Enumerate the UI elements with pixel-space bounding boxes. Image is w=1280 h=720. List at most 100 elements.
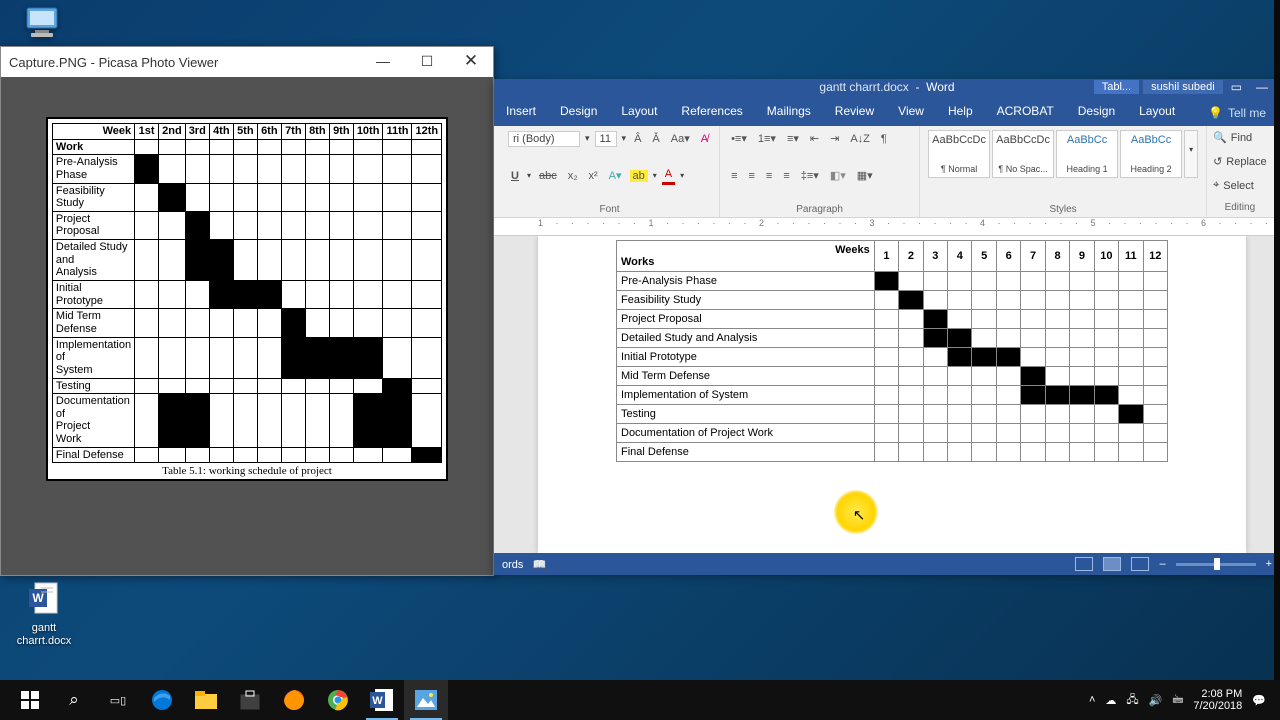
- gantt-table-word[interactable]: WeeksWorks123456789101112Pre-Analysis Ph…: [616, 240, 1168, 462]
- styles-more[interactable]: ▾: [1184, 130, 1198, 178]
- network-icon[interactable]: 🖧: [1126, 691, 1138, 710]
- table-row[interactable]: Detailed Study and Analysis: [617, 329, 1168, 348]
- tray-chevron-icon[interactable]: ˄: [1089, 694, 1095, 706]
- clear-format-icon[interactable]: A̸: [698, 131, 711, 147]
- notifications-icon[interactable]: 💬: [1252, 694, 1266, 707]
- replace-icon: ↺: [1213, 155, 1222, 168]
- show-marks-icon[interactable]: ¶: [878, 131, 890, 147]
- print-layout-icon[interactable]: [1103, 557, 1121, 571]
- borders-icon[interactable]: ▦▾: [854, 167, 876, 184]
- zoom-out-icon[interactable]: –: [1159, 558, 1165, 570]
- ruler[interactable]: 1 · · · · · · 1 · · · · · · 2 · · · · · …: [494, 218, 1280, 236]
- underline-icon[interactable]: U: [508, 168, 522, 184]
- maximize-button[interactable]: ☐: [405, 47, 449, 75]
- style-2[interactable]: AaBbCcHeading 1: [1056, 130, 1118, 178]
- multilevel-icon[interactable]: ≡▾: [784, 130, 802, 147]
- highlight-icon[interactable]: ab: [630, 170, 648, 182]
- tab-insert[interactable]: Insert: [494, 99, 548, 126]
- desktop-icon-word-doc[interactable]: W gantt charrt.docx: [6, 576, 82, 647]
- find-button[interactable]: 🔍Find: [1213, 130, 1267, 145]
- search-button[interactable]: ⌕: [52, 680, 96, 720]
- select-button[interactable]: ⌖Select: [1213, 178, 1267, 193]
- style-1[interactable]: AaBbCcDc¶ No Spac...: [992, 130, 1054, 178]
- superscript-icon[interactable]: x²: [586, 168, 601, 184]
- zoom-in-icon[interactable]: +: [1266, 558, 1272, 570]
- picasa-caption: Table 5.1: working schedule of project: [52, 463, 442, 477]
- tab-acrobat[interactable]: ACROBAT: [985, 99, 1066, 126]
- strike-icon[interactable]: abc: [536, 168, 560, 184]
- zoom-slider[interactable]: [1176, 563, 1256, 566]
- edge-button[interactable]: [140, 680, 184, 720]
- document-area[interactable]: WeeksWorks123456789101112Pre-Analysis Ph…: [494, 236, 1280, 553]
- tab-view[interactable]: View: [886, 99, 936, 126]
- word-taskbar-button[interactable]: W: [360, 680, 404, 720]
- text-effects-icon[interactable]: A▾: [606, 167, 625, 184]
- sort-icon[interactable]: A↓Z: [847, 131, 873, 147]
- tab-help[interactable]: Help: [936, 99, 985, 126]
- table-row[interactable]: Testing: [617, 405, 1168, 424]
- volume-icon[interactable]: 🔊: [1149, 694, 1163, 707]
- style-3[interactable]: AaBbCcHeading 2: [1120, 130, 1182, 178]
- line-spacing-icon[interactable]: ‡≡▾: [798, 167, 822, 184]
- status-words[interactable]: ords: [502, 559, 523, 571]
- tool-tab-layout[interactable]: Layout: [1127, 99, 1187, 126]
- table-row[interactable]: Feasibility Study: [617, 291, 1168, 310]
- tab-review[interactable]: Review: [823, 99, 886, 126]
- table-row[interactable]: Implementation of System: [617, 386, 1168, 405]
- picasa-taskbar-button[interactable]: [404, 680, 448, 720]
- tab-layout[interactable]: Layout: [609, 99, 669, 126]
- task-view-button[interactable]: ▭▯: [96, 680, 140, 720]
- explorer-button[interactable]: [184, 680, 228, 720]
- style-0[interactable]: AaBbCcDc¶ Normal: [928, 130, 990, 178]
- tool-tab-design[interactable]: Design: [1066, 99, 1127, 126]
- justify-icon[interactable]: ≡: [780, 168, 792, 184]
- start-button[interactable]: [8, 680, 52, 720]
- font-size-box[interactable]: 11: [595, 131, 617, 147]
- table-row[interactable]: Pre-Analysis Phase: [617, 272, 1168, 291]
- editing-group: 🔍Find ↺Replace ⌖Select Editing: [1207, 126, 1273, 217]
- chrome-button[interactable]: [316, 680, 360, 720]
- tab-mailings[interactable]: Mailings: [755, 99, 823, 126]
- web-layout-icon[interactable]: [1131, 557, 1149, 571]
- desktop-icon-this-pc[interactable]: [6, 2, 82, 46]
- change-case-icon[interactable]: Aa▾: [668, 130, 693, 147]
- read-mode-icon[interactable]: [1075, 557, 1093, 571]
- word-titlebar[interactable]: gantt charrt.docx - Word Tabl... sushil …: [494, 79, 1280, 99]
- picasa-titlebar[interactable]: Capture.PNG - Picasa Photo Viewer — ☐ ✕: [1, 47, 493, 77]
- bullets-icon[interactable]: •≡▾: [728, 130, 750, 147]
- align-left-icon[interactable]: ≡: [728, 168, 740, 184]
- align-right-icon[interactable]: ≡: [763, 168, 775, 184]
- font-name-box[interactable]: ri (Body): [508, 131, 580, 147]
- spellcheck-icon[interactable]: 📖: [533, 559, 547, 571]
- shading-icon[interactable]: ◧▾: [827, 167, 849, 184]
- minimize-button[interactable]: —: [361, 47, 405, 75]
- firefox-button[interactable]: [272, 680, 316, 720]
- table-row[interactable]: Documentation of Project Work: [617, 424, 1168, 443]
- desktop-icon-label: gantt charrt.docx: [17, 622, 71, 647]
- numbering-icon[interactable]: 1≡▾: [755, 130, 779, 147]
- table-row[interactable]: Final Defense: [617, 443, 1168, 462]
- onedrive-icon[interactable]: ☁: [1105, 694, 1116, 707]
- increase-font-icon[interactable]: Â: [631, 131, 644, 147]
- ime-icon[interactable]: 🖮: [1172, 691, 1183, 710]
- table-row[interactable]: Mid Term Defense: [617, 367, 1168, 386]
- table-row[interactable]: Project Proposal: [617, 310, 1168, 329]
- font-color-icon[interactable]: A: [662, 166, 675, 185]
- subscript-icon[interactable]: x₂: [565, 168, 581, 184]
- decrease-indent-icon[interactable]: ⇤: [807, 130, 822, 147]
- picasa-title-text: Capture.PNG - Picasa Photo Viewer: [9, 55, 218, 70]
- tab-design[interactable]: Design: [548, 99, 609, 126]
- window-minimize-icon[interactable]: —: [1250, 80, 1274, 94]
- replace-button[interactable]: ↺Replace: [1213, 154, 1267, 169]
- ribbon-display-icon[interactable]: ▭: [1227, 80, 1246, 94]
- clock[interactable]: 2:08 PM 7/20/2018: [1193, 688, 1242, 712]
- user-name[interactable]: sushil subedi: [1143, 80, 1223, 94]
- increase-indent-icon[interactable]: ⇥: [827, 130, 842, 147]
- close-button[interactable]: ✕: [449, 47, 493, 75]
- decrease-font-icon[interactable]: Ǎ: [649, 131, 662, 147]
- align-center-icon[interactable]: ≡: [746, 168, 758, 184]
- table-row[interactable]: Initial Prototype: [617, 348, 1168, 367]
- store-button[interactable]: [228, 680, 272, 720]
- tell-me-box[interactable]: 💡Tell me: [1208, 99, 1280, 126]
- tab-references[interactable]: References: [669, 99, 754, 126]
